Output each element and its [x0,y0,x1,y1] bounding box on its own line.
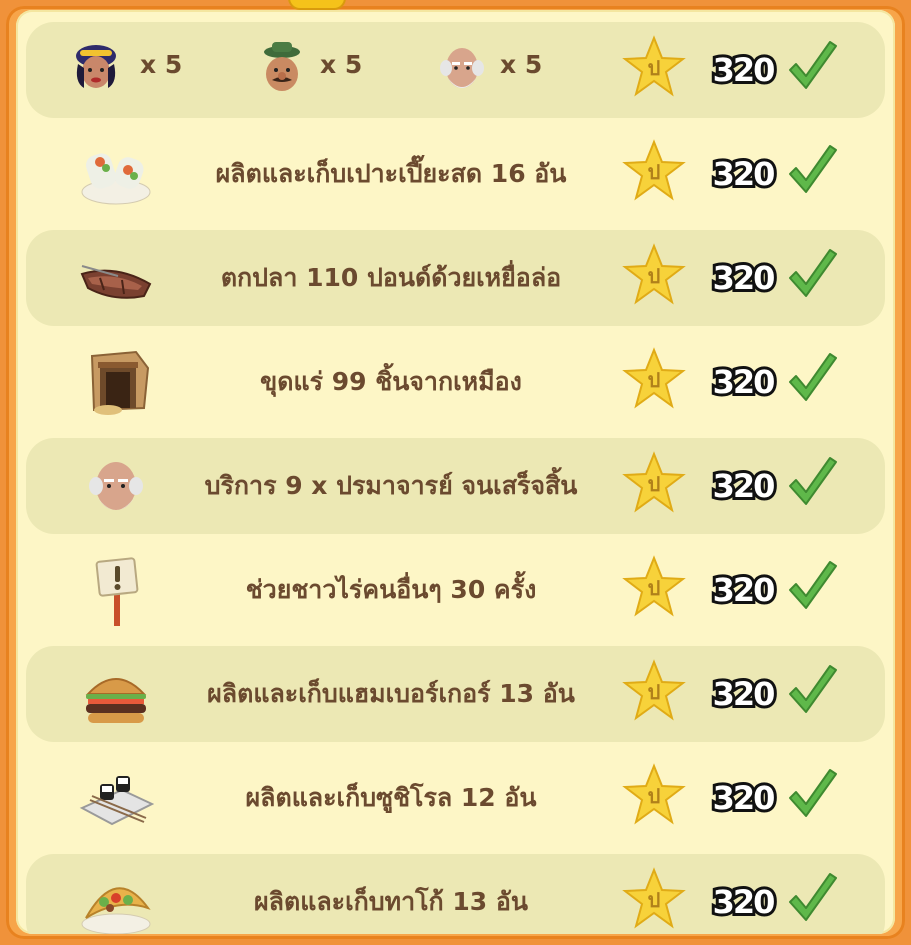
list-item-task: ขุดแร่ 99 ชิ้นจากเหมือง ป 320 [26,334,885,430]
list-item-customers: x 5 x 5 x 5 ป 320 [26,22,885,118]
task-label: บริการ 9 x ปรมาจารย์ จนเสร็จสิ้น [204,471,578,500]
star-icon: ป [622,347,686,409]
reward-points: 320 [710,672,779,716]
list-item-task: ผลิตและเก็บแฮมเบอร์เกอร์ 13 อัน ป 320 [26,646,885,742]
help-sign-icon [95,557,139,626]
reward-points: 320 [710,568,779,612]
check-icon [789,249,837,297]
professor-avatar-icon [440,48,484,88]
customer-count: x 5 [320,50,363,79]
svg-text:ป: ป [648,56,661,80]
star-icon: ป [622,139,686,201]
star-icon: ป [622,867,686,929]
reward-points: 320 [710,776,779,820]
professor-avatar-icon [89,462,143,510]
woman-avatar-icon [76,45,116,88]
svg-text:ป: ป [648,264,661,288]
task-label: ผลิตและเก็บซูชิโรล 12 อัน [245,783,537,812]
svg-text:ป: ป [648,160,661,184]
hamburger-icon [85,678,147,723]
check-icon [789,41,837,89]
spring-roll-icon [81,153,151,205]
star-icon: ป [622,659,686,721]
reward-points: 320 [710,360,779,404]
check-icon [789,145,837,193]
task-label: ตกปลา 110 ปอนด์ด้วยเหยื่อล่อ [220,263,562,292]
check-icon [789,457,837,505]
check-icon [789,769,837,817]
mine-icon [90,350,150,415]
reward-points: 320 [710,464,779,508]
reward-points: 320 [710,256,779,300]
customer-count: x 5 [500,50,543,79]
svg-text:ป: ป [648,576,661,600]
svg-text:ป: ป [648,888,661,912]
task-label: ขุดแร่ 99 ชิ้นจากเหมือง [260,367,522,396]
check-icon [789,873,837,921]
sushi-roll-icon [79,776,154,826]
list-item-task: ผลิตและเก็บทาโก้ 13 อัน ป 320 [26,854,885,934]
star-icon: ป [622,555,686,617]
task-list-panel[interactable]: x 5 x 5 x 5 ป 320 ผลิตและเก็บเปาะเปี๊ยะส… [16,10,895,934]
reward-points: 320 [710,880,779,924]
list-item-task: ตกปลา 110 ปอนด์ด้วยเหยื่อล่อ ป 320 [26,230,885,326]
task-label: ช่วยชาวไร่คนอื่นๆ 30 ครั้ง [245,575,537,604]
check-icon [789,353,837,401]
check-icon [789,561,837,609]
task-label: ผลิตและเก็บเปาะเปี๊ยะสด 16 อัน [215,159,567,188]
svg-text:ป: ป [648,368,661,392]
star-icon: ป [622,35,686,97]
star-icon: ป [622,243,686,305]
customer-count: x 5 [140,50,183,79]
list-item-task: ช่วยชาวไร่คนอื่นๆ 30 ครั้ง ป 320 [26,542,885,638]
star-icon: ป [622,451,686,513]
task-label: ผลิตและเก็บทาโก้ 13 อัน [254,887,528,916]
task-label: ผลิตและเก็บแฮมเบอร์เกอร์ 13 อัน [207,679,575,708]
top-ornament [288,0,346,10]
star-icon: ป [622,763,686,825]
svg-text:ป: ป [648,680,661,704]
list-item-task: ผลิตและเก็บซูชิโรล 12 อัน ป 320 [26,750,885,846]
farmer-avatar-icon [264,42,300,91]
list-item-task: บริการ 9 x ปรมาจารย์ จนเสร็จสิ้น ป 320 [26,438,885,534]
customer-group: x 5 x 5 x 5 [66,22,626,118]
svg-text:ป: ป [648,472,661,496]
svg-text:ป: ป [648,784,661,808]
list-item-task: ผลิตและเก็บเปาะเปี๊ยะสด 16 อัน ป 320 [26,126,885,222]
reward-points: 320 [710,48,779,92]
rowboat-icon [80,265,152,299]
taco-icon [81,887,151,934]
check-icon [789,665,837,713]
reward-points: 320 [710,152,779,196]
